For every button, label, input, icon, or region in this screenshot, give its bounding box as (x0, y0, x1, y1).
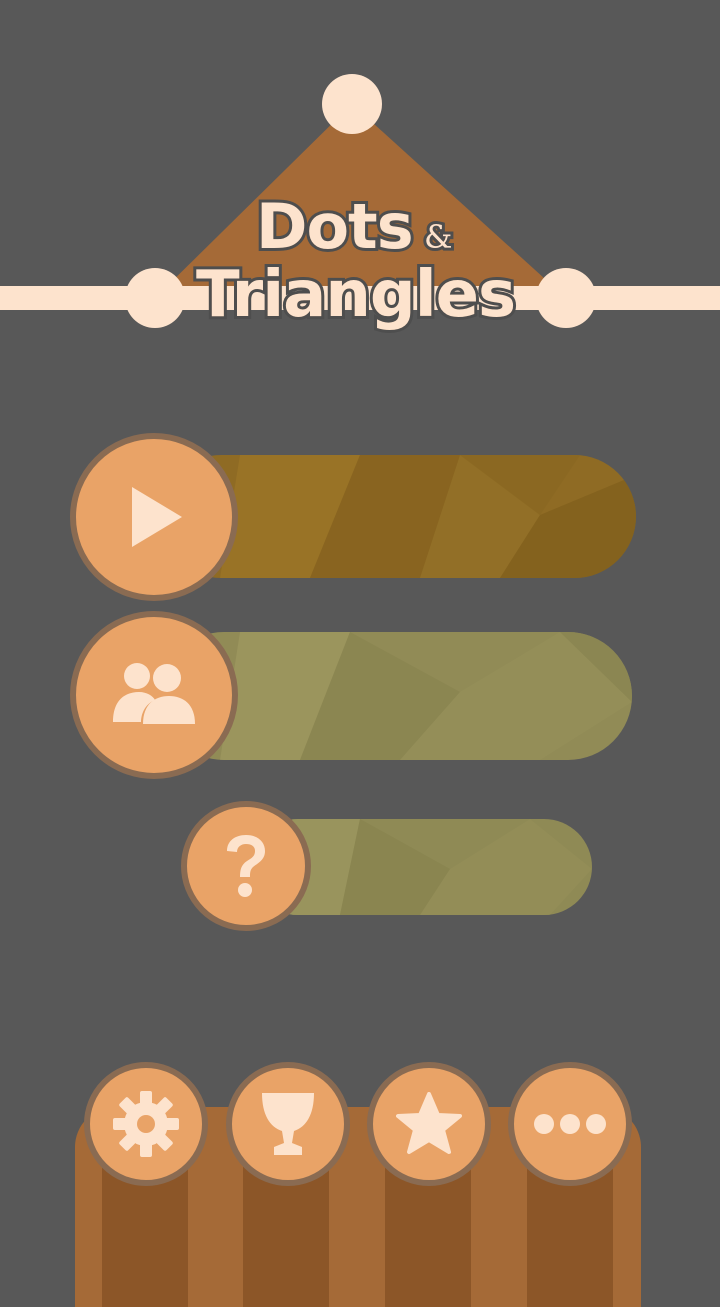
settings-button[interactable] (84, 1062, 208, 1186)
logo-dot-right (536, 268, 596, 328)
logo-dot-left (125, 268, 185, 328)
game-logo: Dots & Triangles (0, 60, 720, 360)
question-mark-icon (227, 835, 265, 897)
gear-icon (113, 1091, 179, 1157)
logo-title-amp: & (421, 215, 456, 259)
more-dots-icon (534, 1114, 606, 1134)
favorites-button[interactable] (367, 1062, 491, 1186)
two-users-icon (113, 663, 195, 724)
logo-title-dots: Dots (253, 187, 417, 266)
help-button[interactable] (181, 801, 311, 931)
trophy-button[interactable] (226, 1062, 350, 1186)
more-button[interactable] (508, 1062, 632, 1186)
trophy-icon (262, 1093, 314, 1155)
star-icon (396, 1092, 462, 1154)
multiplayer-button[interactable] (70, 611, 238, 779)
play-button[interactable] (70, 433, 238, 601)
play-icon (132, 487, 182, 547)
logo-title-triangles: Triangles (193, 255, 519, 335)
logo-dot-top (322, 74, 382, 134)
